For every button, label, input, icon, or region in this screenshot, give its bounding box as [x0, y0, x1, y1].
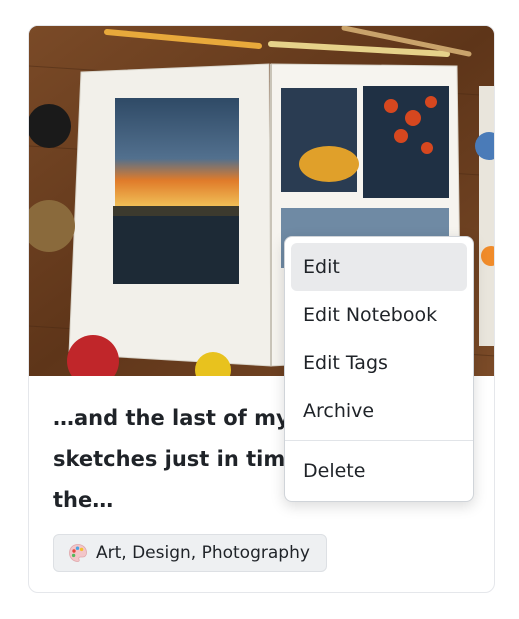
menu-item-edit-tags[interactable]: Edit Tags [291, 339, 467, 387]
menu-item-edit[interactable]: Edit [291, 243, 467, 291]
card-context-menu: Edit Edit Notebook Edit Tags Archive Del… [284, 236, 474, 502]
note-title-line-3: the… [53, 488, 114, 512]
note-title[interactable]: …and the last of my sketches just in tim… [53, 398, 313, 521]
note-title-line-2: sketches just in time! [53, 447, 310, 471]
note-title-line-1: …and the last of my [53, 406, 290, 430]
palette-icon [69, 544, 87, 562]
menu-item-edit-notebook[interactable]: Edit Notebook [291, 291, 467, 339]
menu-divider [285, 440, 473, 441]
menu-item-archive[interactable]: Archive [291, 387, 467, 435]
tag-label: Art, Design, Photography [96, 543, 310, 563]
menu-item-delete[interactable]: Delete [291, 447, 467, 495]
notebook-tag[interactable]: Art, Design, Photography [53, 534, 327, 572]
